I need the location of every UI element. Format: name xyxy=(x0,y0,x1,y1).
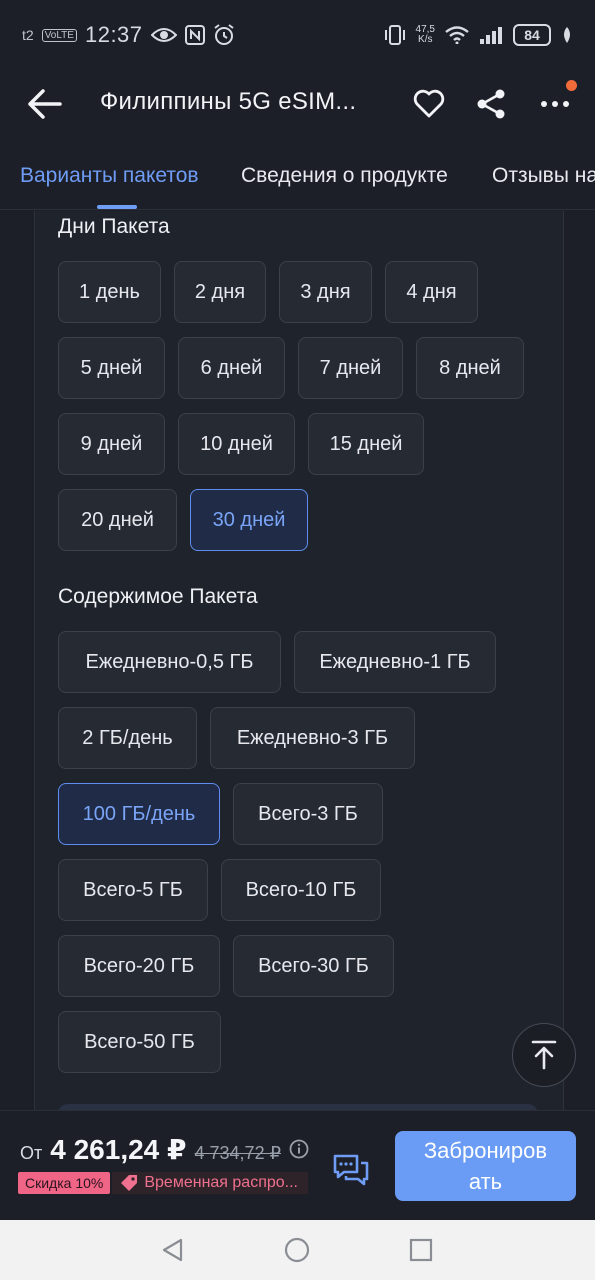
content-option-daily-1gb[interactable]: Ежедневно-1 ГБ xyxy=(294,631,496,693)
content-section-title: Содержимое Пакета xyxy=(58,585,258,608)
nav-recents-square-icon xyxy=(409,1238,433,1262)
book-label-line-1: Заброниров xyxy=(423,1138,548,1163)
book-button-label: Заброниров ать xyxy=(424,1135,547,1197)
leaf-icon xyxy=(561,26,573,44)
info-icon[interactable] xyxy=(289,1139,309,1159)
price-prefix: От xyxy=(20,1143,43,1163)
net-speed-unit: K/s xyxy=(418,34,433,45)
signal-icon xyxy=(479,26,503,44)
days-option-20[interactable]: 20 дней xyxy=(58,489,177,551)
back-arrow-icon xyxy=(28,89,62,119)
nav-back-triangle-icon xyxy=(162,1238,183,1262)
days-option-9[interactable]: 9 дней xyxy=(58,413,165,475)
days-option-6[interactable]: 6 дней xyxy=(178,337,285,399)
arrow-up-icon xyxy=(531,1040,557,1070)
chat-button[interactable] xyxy=(328,1147,374,1193)
bottom-price-bar: От 4 261,24 ₽ 4 734,72 ₽ Скидка 10% Врем… xyxy=(0,1110,595,1220)
promo-text: Временная распро... xyxy=(144,1174,298,1191)
days-option-30[interactable]: 30 дней xyxy=(190,489,308,551)
scroll-to-top-button[interactable] xyxy=(512,1023,576,1087)
carrier-label: t2 xyxy=(22,27,34,43)
days-option-7[interactable]: 7 дней xyxy=(298,337,403,399)
discount-badge: Скидка 10% xyxy=(18,1172,111,1194)
nav-recents-button[interactable] xyxy=(405,1234,437,1266)
battery-icon: 84 xyxy=(513,24,551,46)
book-label-line-2: ать xyxy=(468,1169,503,1194)
share-button[interactable] xyxy=(469,82,513,126)
content-option-daily-0-5gb[interactable]: Ежедневно-0,5 ГБ xyxy=(58,631,281,693)
eye-icon xyxy=(150,26,177,44)
heart-icon xyxy=(413,89,445,118)
vibrate-icon xyxy=(384,25,406,45)
notification-dot xyxy=(566,80,577,91)
favorite-button[interactable] xyxy=(407,82,451,126)
wifi-icon xyxy=(445,26,469,44)
page-title: Филиппины 5G eSIM... xyxy=(100,88,357,115)
days-option-3[interactable]: 3 дня xyxy=(279,261,372,323)
days-section-title: Дни Пакета xyxy=(58,215,170,238)
days-option-8[interactable]: 8 дней xyxy=(416,337,524,399)
tab-reviews[interactable]: Отзывы на xyxy=(492,164,595,188)
content-option-total-3gb[interactable]: Всего-3 ГБ xyxy=(233,783,383,845)
chat-icon xyxy=(333,1154,369,1186)
days-option-15[interactable]: 15 дней xyxy=(308,413,424,475)
alarm-icon xyxy=(213,24,235,46)
tab-product-details[interactable]: Сведения о продукте xyxy=(241,164,448,188)
nfc-icon xyxy=(184,25,205,45)
tab-package-options[interactable]: Варианты пакетов xyxy=(20,164,199,188)
nav-back-button[interactable] xyxy=(157,1234,189,1266)
days-option-4[interactable]: 4 дня xyxy=(385,261,478,323)
nav-home-button[interactable] xyxy=(281,1234,313,1266)
system-nav-bar xyxy=(0,1220,595,1280)
current-price: 4 261,24 ₽ xyxy=(50,1134,187,1165)
tag-icon xyxy=(121,1175,138,1191)
book-button[interactable]: Заброниров ать xyxy=(395,1131,576,1201)
net-speed: 47,5 K/s xyxy=(416,25,435,45)
old-price: 4 734,72 ₽ xyxy=(194,1143,282,1163)
active-tab-indicator xyxy=(97,205,137,209)
volte-icon: VoLTE xyxy=(41,28,77,42)
promo-badge: Временная распро... xyxy=(112,1172,308,1194)
back-button[interactable] xyxy=(20,80,68,128)
content-option-total-20gb[interactable]: Всего-20 ГБ xyxy=(58,935,220,997)
days-option-2[interactable]: 2 дня xyxy=(174,261,266,323)
days-option-10[interactable]: 10 дней xyxy=(178,413,295,475)
days-option-1[interactable]: 1 день xyxy=(58,261,161,323)
content-option-total-5gb[interactable]: Всего-5 ГБ xyxy=(58,859,208,921)
content-option-total-30gb[interactable]: Всего-30 ГБ xyxy=(233,935,394,997)
content-option-total-50gb[interactable]: Всего-50 ГБ xyxy=(58,1011,221,1073)
content-option-2gb-day[interactable]: 2 ГБ/день xyxy=(58,707,197,769)
content-option-100gb-day[interactable]: 100 ГБ/день xyxy=(58,783,220,845)
more-dots-icon xyxy=(541,101,569,107)
status-time: 12:37 xyxy=(84,22,143,47)
content-option-daily-3gb[interactable]: Ежедневно-3 ГБ xyxy=(210,707,415,769)
share-icon xyxy=(477,89,505,119)
content-option-total-10gb[interactable]: Всего-10 ГБ xyxy=(221,859,381,921)
price-row: От 4 261,24 ₽ 4 734,72 ₽ xyxy=(20,1133,309,1166)
badge-row: Скидка 10% Временная распро... xyxy=(18,1172,308,1194)
nav-home-circle-icon xyxy=(284,1237,310,1263)
tab-bar: Варианты пакетов Сведения о продукте Отз… xyxy=(0,150,595,210)
app-header: Филиппины 5G eSIM... xyxy=(0,70,595,138)
days-option-5[interactable]: 5 дней xyxy=(58,337,165,399)
status-bar: t2 VoLTE 12:37 47,5 K/s 84 xyxy=(0,0,595,70)
